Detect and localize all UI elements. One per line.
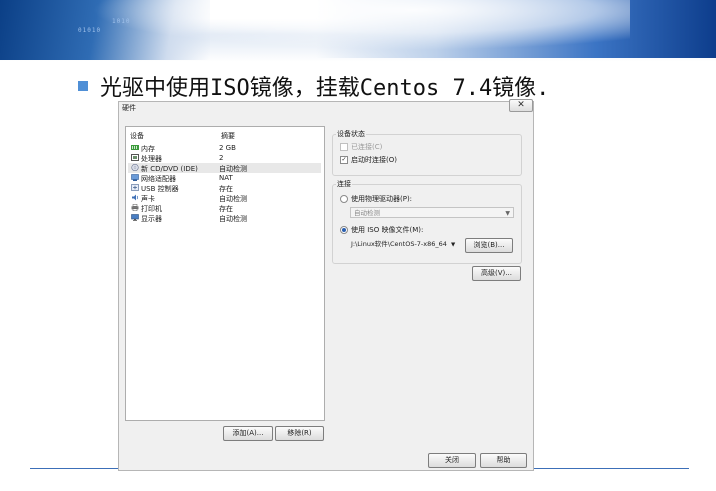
device-row-network-adapter[interactable]: 网络适配器 NAT [128, 173, 321, 183]
device-row-memory[interactable]: 内存 2 GB [128, 143, 321, 153]
device-row-usb-controller[interactable]: USB 控制器 存在 [128, 183, 321, 193]
device-summary: 2 [219, 154, 224, 162]
slide-banner: 1010 01010 [0, 0, 716, 62]
display-icon [131, 214, 139, 221]
chevron-down-icon: ▼ [505, 210, 510, 217]
connect-on-power-on-label: 启动时连接(O) [351, 156, 397, 164]
use-iso-image-label: 使用 ISO 映像文件(M): [351, 226, 424, 234]
connection-legend: 连接 [336, 179, 352, 189]
column-device[interactable]: 设备 [130, 131, 144, 141]
banner-glow [90, 0, 630, 50]
iso-path-value: J:\Linux软件\CentOS-7-x86_64 [351, 240, 447, 248]
add-button[interactable]: 添加(A)... [223, 426, 273, 441]
slide-divider-left [30, 468, 118, 469]
device-name: 显示器 [141, 215, 162, 223]
cd-dvd-icon [131, 164, 139, 171]
connect-on-power-on-checkbox[interactable]: ✓ [340, 156, 348, 164]
physical-drive-value: 自动检测 [354, 209, 380, 217]
iso-path-combo[interactable]: J:\Linux软件\CentOS-7-x86_64 ▼ [351, 238, 455, 251]
binary-decoration: 1010 [112, 18, 131, 25]
advanced-button[interactable]: 高级(V)... [472, 266, 521, 281]
chevron-down-icon: ▼ [451, 242, 456, 248]
hardware-dialog: 硬件 设备 摘要 内存 2 GB 处理器 2 新 CD/DVD (IDE) 自动 [118, 101, 534, 471]
device-row-display[interactable]: 显示器 自动检测 [128, 213, 321, 223]
remove-button[interactable]: 移除(R) [275, 426, 324, 441]
device-row-cd-dvd[interactable]: 新 CD/DVD (IDE) 自动检测 [128, 163, 321, 173]
connected-label: 已连接(C) [351, 143, 383, 151]
printer-icon [131, 204, 139, 211]
device-row-processor[interactable]: 处理器 2 [128, 153, 321, 163]
memory-icon [131, 145, 139, 150]
physical-drive-dropdown[interactable]: 自动检测 ▼ [350, 207, 514, 218]
binary-decoration: 01010 [78, 27, 102, 34]
usb-icon [131, 184, 139, 191]
dialog-title: 硬件 [122, 104, 136, 112]
slide-title-row: 光驱中使用ISO镜像，挂载Centos 7.4镜像. [78, 70, 549, 102]
close-button[interactable]: 关闭 [428, 453, 476, 468]
device-list[interactable]: 设备 摘要 内存 2 GB 处理器 2 新 CD/DVD (IDE) 自动检测 [125, 126, 325, 421]
device-summary: 自动检测 [219, 215, 247, 223]
device-status-legend: 设备状态 [336, 129, 366, 139]
column-summary[interactable]: 摘要 [221, 131, 235, 141]
use-iso-image-radio[interactable] [340, 226, 348, 234]
slide-divider-right [533, 468, 689, 469]
use-physical-drive-radio[interactable] [340, 195, 348, 203]
device-list-header: 设备 摘要 [130, 131, 320, 140]
device-row-printer[interactable]: 打印机 存在 [128, 203, 321, 213]
help-button[interactable]: 帮助 [480, 453, 527, 468]
close-icon[interactable]: ✕ [509, 99, 533, 112]
device-row-sound-card[interactable]: 声卡 自动检测 [128, 193, 321, 203]
sound-card-icon [132, 194, 138, 201]
device-summary: NAT [219, 174, 233, 182]
use-physical-drive-label: 使用物理驱动器(P): [351, 195, 413, 203]
network-adapter-icon [131, 174, 139, 181]
connected-checkbox[interactable] [340, 143, 348, 151]
bullet-icon [78, 81, 88, 91]
device-summary: 2 GB [219, 144, 236, 152]
slide-title: 光驱中使用ISO镜像，挂载Centos 7.4镜像. [100, 76, 550, 101]
processor-icon [131, 154, 139, 161]
browse-button[interactable]: 浏览(B)... [465, 238, 513, 253]
